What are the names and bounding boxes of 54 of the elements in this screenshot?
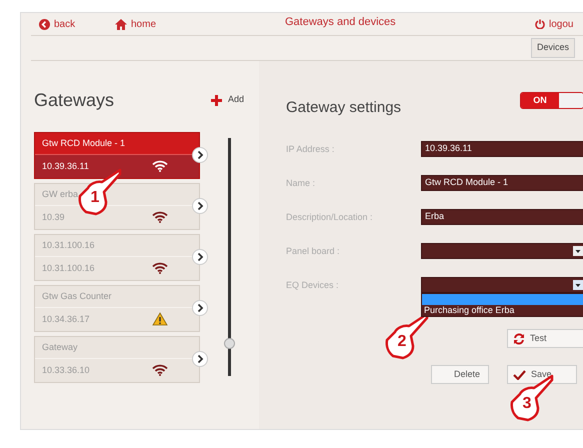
dropdown-field[interactable] [421, 243, 583, 259]
gateway-ip: 10.31.100.16 [42, 262, 96, 274]
input-field[interactable]: Gtw RCD Module - 1 [421, 175, 583, 191]
back-link[interactable]: back [54, 16, 76, 32]
dropdown-option[interactable]: Purchasing office Erba [422, 305, 583, 316]
wifi-icon [152, 160, 168, 172]
warning-icon [152, 312, 168, 326]
gateway-name: GW erba [42, 188, 78, 200]
breadcrumb-item[interactable]: Devices [530, 38, 575, 58]
wifi-icon [152, 364, 168, 376]
logout-link[interactable]: logou [549, 16, 574, 32]
chevron-right-icon[interactable] [192, 147, 208, 163]
checkmark-icon [513, 370, 526, 380]
input-field[interactable]: Erba [421, 209, 583, 225]
gateway-name: 10.31.100.16 [42, 238, 95, 252]
field-label: Name : [286, 177, 316, 190]
gateway-name: Gtw RCD Module - 1 [42, 136, 126, 150]
chevron-right-icon[interactable] [192, 300, 208, 316]
add-link[interactable]: Add [228, 93, 244, 107]
gateway-card[interactable]: Gtw RCD Module - 1 10.39.36.11 [34, 132, 200, 178]
page-title: Gateways and devices [285, 14, 397, 30]
save-button[interactable]: Save [507, 365, 577, 384]
power-toggle[interactable]: ON [520, 92, 583, 110]
hand-pointer-icon [76, 168, 122, 216]
field-label: Panel board : [286, 245, 341, 258]
delete-button[interactable]: Delete [431, 365, 489, 384]
field-label: Description/Location : [286, 211, 374, 224]
callout-number: 2 [398, 332, 406, 352]
field-label: EQ Devices : [286, 279, 340, 292]
home-link[interactable]: home [131, 16, 156, 32]
input-field[interactable]: 10.39.36.11 [421, 141, 583, 157]
home-icon[interactable] [115, 18, 127, 30]
callout-number: 3 [522, 394, 532, 414]
back-icon[interactable] [39, 18, 50, 30]
power-icon[interactable] [535, 19, 545, 30]
gateways-heading: Gateways [34, 88, 114, 112]
chevron-right-icon[interactable] [192, 198, 208, 214]
gateway-ip: 10.34.36.17 [42, 312, 91, 326]
gateway-ip: 10.39 [42, 210, 66, 224]
wifi-icon [152, 262, 168, 274]
settings-heading: Gateway settings [286, 98, 402, 118]
test-button[interactable]: Test [507, 329, 583, 348]
plus-icon[interactable] [210, 94, 222, 106]
chevron-right-icon[interactable] [192, 351, 208, 367]
dropdown-field[interactable] [421, 277, 583, 293]
refresh-icon [513, 332, 525, 344]
chevron-right-icon[interactable] [192, 249, 208, 265]
gateway-ip: 10.39.36.11 [42, 160, 90, 172]
gateway-name: Gateway [42, 340, 78, 354]
wifi-icon [152, 211, 168, 224]
gateway-ip: 10.33.36.10 [42, 364, 91, 376]
field-label: IP Address : [286, 143, 336, 156]
gateway-name: Gtw Gas Counter [42, 290, 112, 302]
callout-number: 1 [90, 188, 100, 208]
